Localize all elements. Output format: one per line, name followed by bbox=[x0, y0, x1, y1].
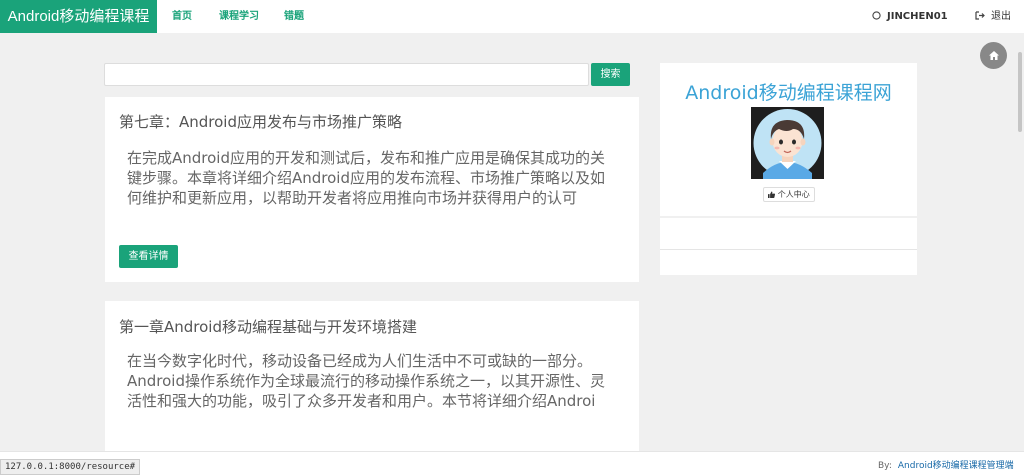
course-title[interactable]: 第一章Android移动编程基础与开发环境搭建 bbox=[119, 316, 417, 337]
course-card: 第七章：Android应用发布与市场推广策略 在完成Android应用的开发和测… bbox=[105, 97, 639, 282]
footer: By: Android移动编程课程管理端 bbox=[0, 451, 1024, 475]
status-bar-url: 127.0.0.1:8000/resource# bbox=[0, 459, 141, 475]
footer-credit: By: Android移动编程课程管理端 bbox=[878, 458, 1014, 471]
view-details-button[interactable]: 查看详情 bbox=[119, 245, 178, 268]
footer-by-label: By: bbox=[878, 461, 892, 471]
nav-home[interactable]: 首页 bbox=[172, 0, 192, 33]
admin-link[interactable]: Android移动编程课程管理端 bbox=[898, 461, 1014, 471]
profile-card: Android移动编程课程网 个人中心 bbox=[660, 63, 917, 216]
thumbs-up-icon bbox=[768, 190, 778, 199]
course-description: 在当今数字化时代，移动设备已经成为人们生活中不可或缺的一部分。Android操作… bbox=[127, 352, 605, 410]
home-icon bbox=[988, 49, 999, 62]
home-button[interactable] bbox=[980, 42, 1007, 69]
user-menu[interactable]: JINCHEN01 bbox=[872, 0, 948, 33]
search-input[interactable] bbox=[104, 63, 589, 86]
personal-center-button[interactable]: 个人中心 bbox=[763, 187, 815, 202]
nav-wrong-questions[interactable]: 错题 bbox=[284, 0, 304, 33]
personal-center-label: 个人中心 bbox=[777, 190, 810, 199]
course-card: 第一章Android移动编程基础与开发环境搭建 在当今数字化时代，移动设备已经成… bbox=[105, 301, 639, 453]
nav-course-study[interactable]: 课程学习 bbox=[219, 0, 259, 33]
search-button[interactable]: 搜索 bbox=[591, 63, 630, 86]
divider bbox=[660, 249, 917, 250]
logout-link[interactable]: 退出 bbox=[975, 0, 1011, 33]
avatar bbox=[751, 107, 824, 179]
course-description: 在完成Android应用的开发和测试后，发布和推广应用是确保其成功的关键步骤。本… bbox=[127, 149, 605, 207]
site-title: Android移动编程课程网 bbox=[685, 82, 892, 104]
course-title[interactable]: 第七章：Android应用发布与市场推广策略 bbox=[119, 111, 402, 132]
logout-label: 退出 bbox=[991, 11, 1011, 22]
logout-icon bbox=[975, 0, 985, 33]
side-panel bbox=[660, 218, 917, 275]
top-navbar: Android移动编程课程 首页 课程学习 错题 JINCHEN01 退出 bbox=[0, 0, 1024, 33]
username: JINCHEN01 bbox=[887, 11, 948, 22]
brand-logo[interactable]: Android移动编程课程 bbox=[0, 0, 157, 33]
user-icon bbox=[872, 0, 881, 33]
scrollbar[interactable] bbox=[1018, 52, 1022, 132]
